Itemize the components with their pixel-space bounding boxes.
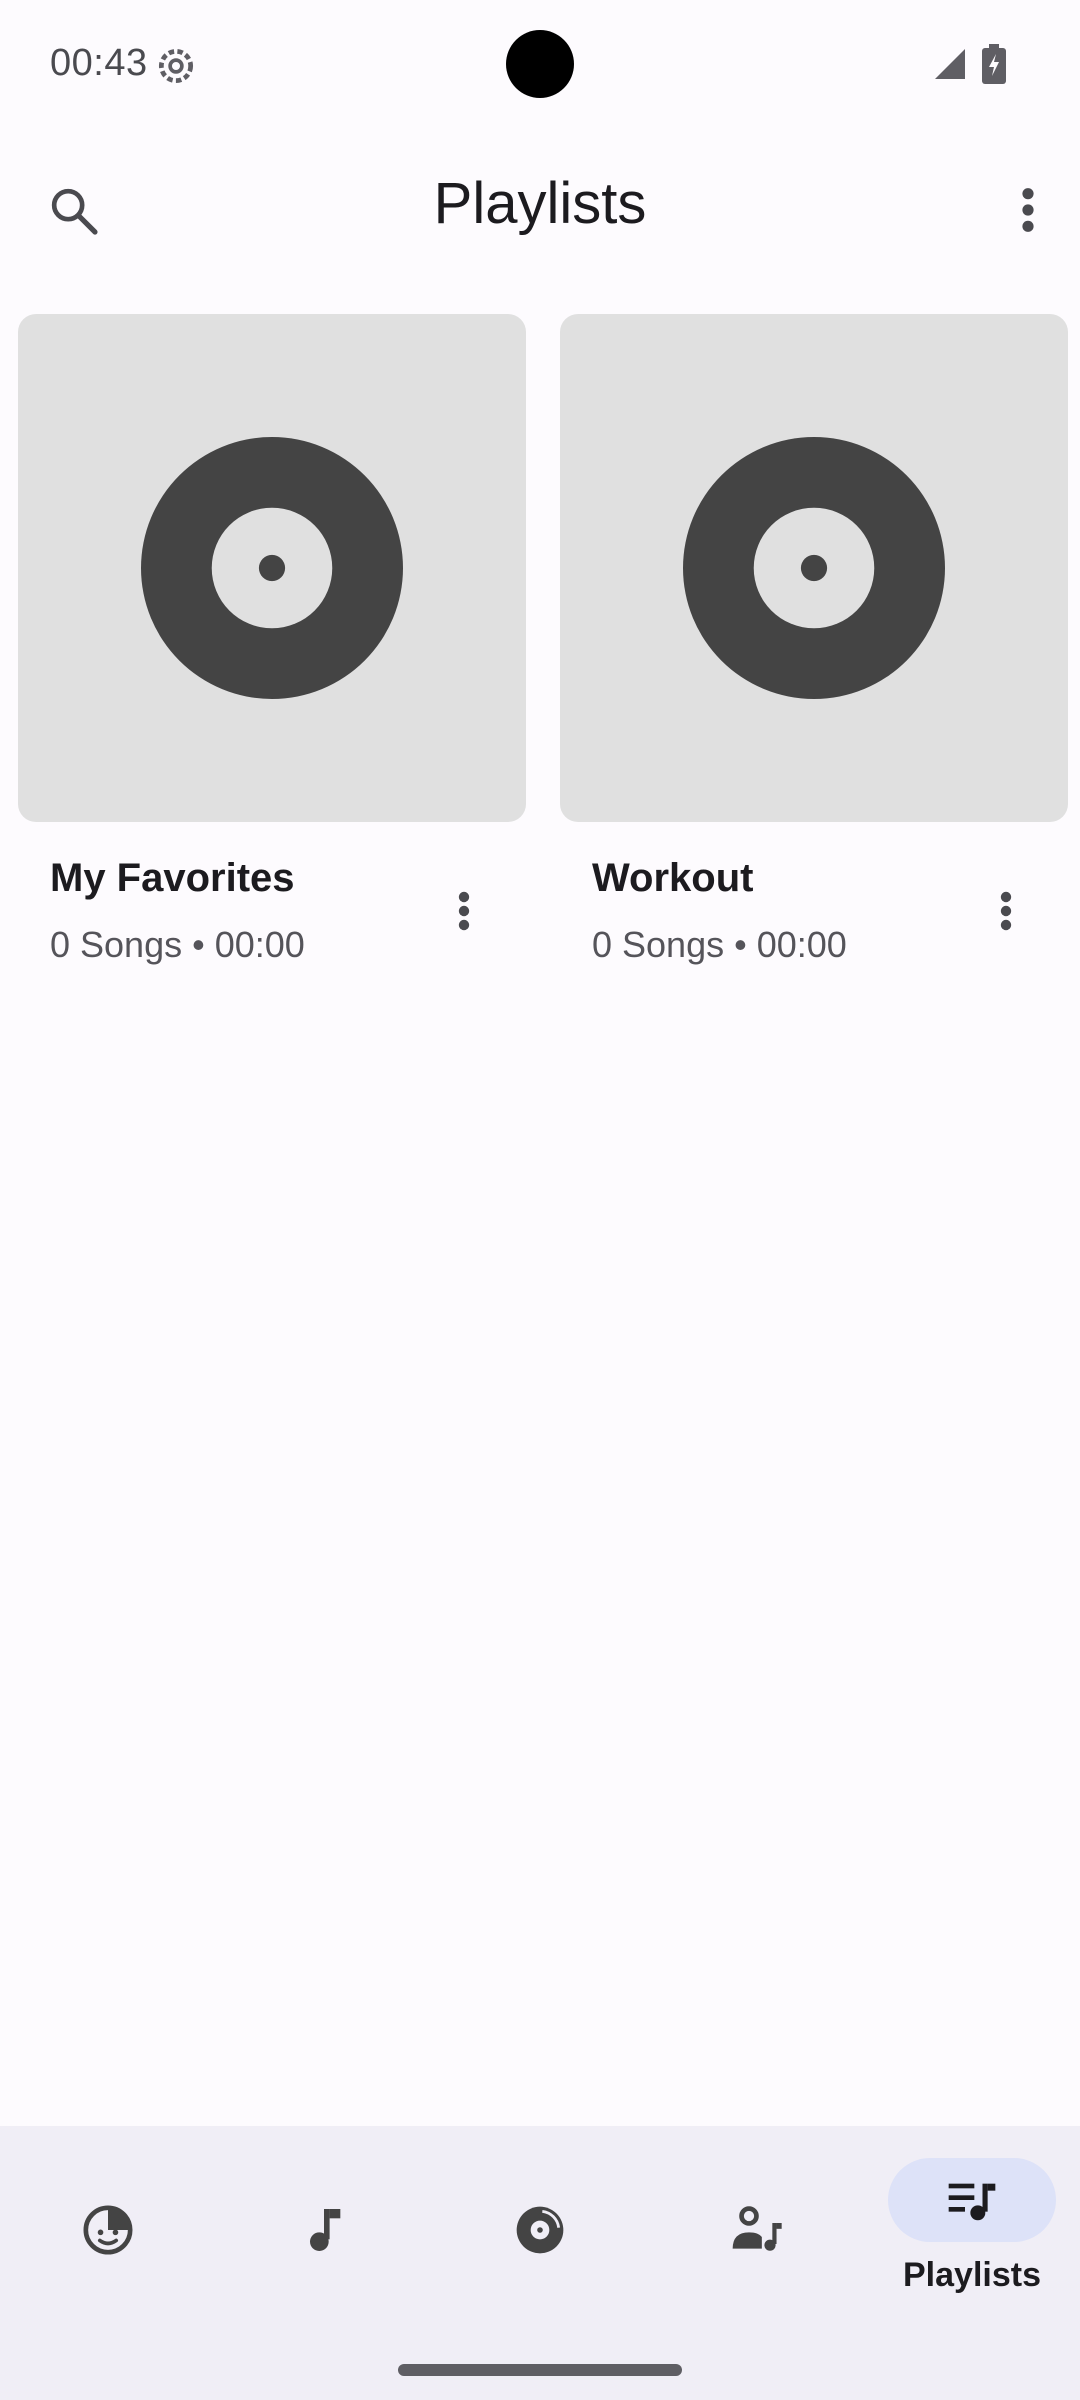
playlist-title: My Favorites (50, 856, 295, 900)
signal-icon (935, 49, 965, 79)
artist-icon (732, 2206, 782, 2251)
top-app-bar: Playlists (0, 136, 1080, 284)
music-note-icon (310, 2209, 341, 2251)
bottom-navigation: Playlists (0, 2126, 1080, 2336)
nav-pill (456, 2188, 624, 2272)
playlist-title: Workout (592, 856, 754, 900)
playlist-subtitle: 0 Songs • 00:00 (50, 924, 305, 965)
nav-pill (24, 2188, 192, 2272)
nav-item-albums[interactable] (432, 2126, 648, 2336)
playlist-icon (948, 2183, 996, 2221)
camera-cutout (506, 30, 574, 98)
nav-item-playlists[interactable]: Playlists (864, 2126, 1080, 2336)
playlist-card[interactable]: My Favorites 0 Songs • 00:00 (4, 300, 536, 1014)
more-vert-icon (458, 891, 470, 931)
gesture-handle[interactable] (398, 2364, 682, 2376)
playlist-subtitle: 0 Songs • 00:00 (592, 924, 847, 965)
nav-pill (672, 2188, 840, 2272)
nav-item-for-you[interactable] (0, 2126, 216, 2336)
face-icon (83, 2205, 133, 2255)
playlist-art (18, 314, 526, 822)
nav-pill-active (888, 2158, 1056, 2242)
nav-pill (240, 2188, 408, 2272)
battery-charging-icon (982, 44, 1006, 84)
vinyl-record-icon (683, 437, 945, 699)
nav-item-artists[interactable] (648, 2126, 864, 2336)
more-options-button[interactable] (976, 142, 1080, 278)
playlist-more-button[interactable] (942, 848, 1070, 974)
album-icon (516, 2206, 564, 2254)
nav-label: Playlists (903, 2256, 1041, 2294)
playlist-art (560, 314, 1068, 822)
page-title: Playlists (433, 171, 647, 236)
more-vert-icon (1022, 188, 1034, 232)
playlist-grid: My Favorites 0 Songs • 00:00 Workout 0 S… (4, 300, 1076, 1014)
vinyl-record-icon (141, 437, 403, 699)
playlist-card[interactable]: Workout 0 Songs • 00:00 (546, 300, 1078, 1014)
gear-icon (158, 48, 194, 84)
playlist-more-button[interactable] (400, 848, 528, 974)
more-vert-icon (1000, 891, 1012, 931)
status-bar: 00:43 (0, 0, 1080, 128)
nav-item-songs[interactable] (216, 2126, 432, 2336)
status-time: 00:43 (50, 42, 148, 84)
